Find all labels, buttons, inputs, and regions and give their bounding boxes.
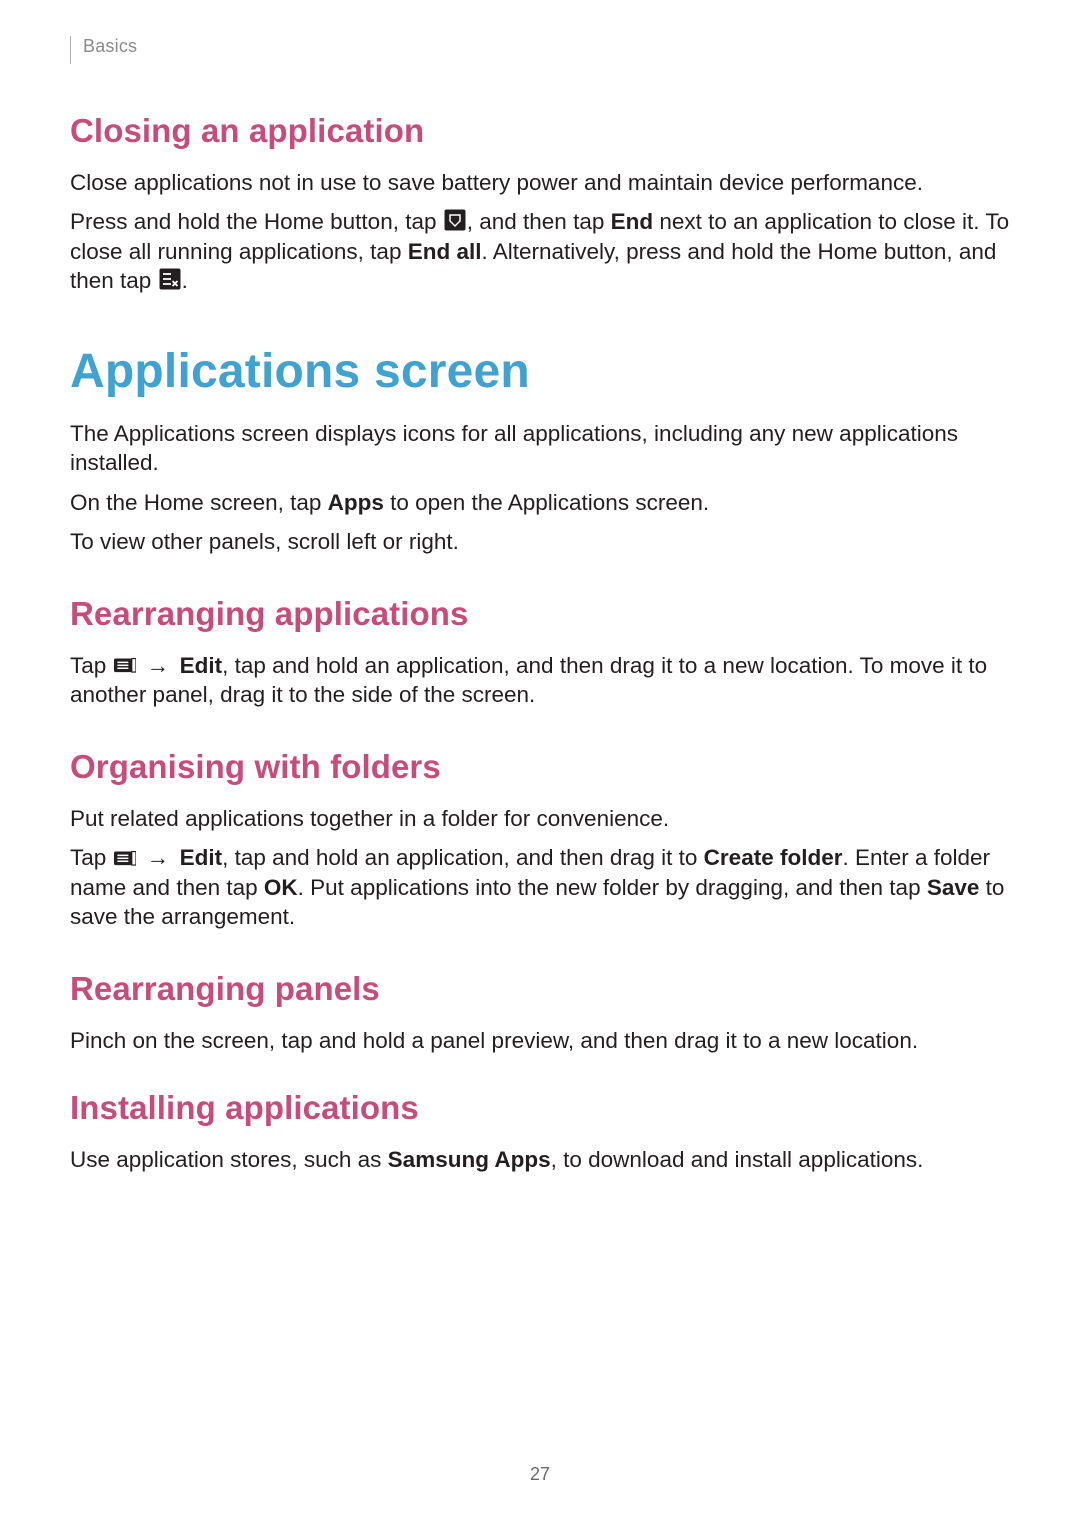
arrow-icon: →	[147, 845, 170, 870]
installing-p1: Use application stores, such as Samsung …	[70, 1145, 1010, 1174]
heading-installing-applications: Installing applications	[70, 1089, 1010, 1127]
text: Press and hold the Home button, tap	[70, 209, 443, 234]
heading-rearranging-panels: Rearranging panels	[70, 970, 1010, 1008]
menu-icon	[114, 845, 136, 867]
text-bold: End all	[408, 239, 482, 264]
arrow-icon: →	[147, 653, 170, 678]
heading-rearranging-applications: Rearranging applications	[70, 595, 1010, 633]
text: . Put applications into the new folder b…	[298, 875, 927, 900]
text-bold: End	[611, 209, 654, 234]
text: , tap and hold an application, and then …	[222, 845, 704, 870]
text: Tap	[70, 845, 113, 870]
text-bold: Create folder	[704, 845, 843, 870]
text: , to download and install applications.	[551, 1147, 924, 1172]
heading-applications-screen: Applications screen	[70, 344, 1010, 399]
heading-organising-folders: Organising with folders	[70, 748, 1010, 786]
close-all-icon	[159, 268, 181, 290]
text: Tap	[70, 653, 113, 678]
rearranging-panels-p1: Pinch on the screen, tap and hold a pane…	[70, 1026, 1010, 1055]
text-bold: OK	[264, 875, 298, 900]
text-bold: Edit	[180, 653, 223, 678]
apps-p2: On the Home screen, tap Apps to open the…	[70, 488, 1010, 517]
text-bold: Samsung Apps	[388, 1147, 551, 1172]
task-manager-icon	[444, 209, 466, 231]
manual-page: Basics Closing an application Close appl…	[0, 0, 1080, 1527]
text: , and then tap	[467, 209, 611, 234]
text-bold: Apps	[328, 490, 384, 515]
apps-p1: The Applications screen displays icons f…	[70, 419, 1010, 478]
organising-p1: Put related applications together in a f…	[70, 804, 1010, 833]
text: to open the Applications screen.	[384, 490, 709, 515]
apps-p3: To view other panels, scroll left or rig…	[70, 527, 1010, 556]
rearranging-apps-p1: Tap → Edit, tap and hold an application,…	[70, 651, 1010, 710]
text: .	[182, 268, 188, 293]
text: Use application stores, such as	[70, 1147, 388, 1172]
text: On the Home screen, tap	[70, 490, 328, 515]
text-bold: Edit	[180, 845, 223, 870]
menu-icon	[114, 653, 136, 675]
breadcrumb-text: Basics	[83, 36, 137, 57]
closing-p2: Press and hold the Home button, tap , an…	[70, 207, 1010, 295]
organising-p2: Tap → Edit, tap and hold an application,…	[70, 843, 1010, 931]
text-bold: Save	[927, 875, 980, 900]
page-number: 27	[0, 1464, 1080, 1485]
heading-closing-application: Closing an application	[70, 112, 1010, 150]
breadcrumb: Basics	[70, 36, 1010, 64]
closing-p1: Close applications not in use to save ba…	[70, 168, 1010, 197]
